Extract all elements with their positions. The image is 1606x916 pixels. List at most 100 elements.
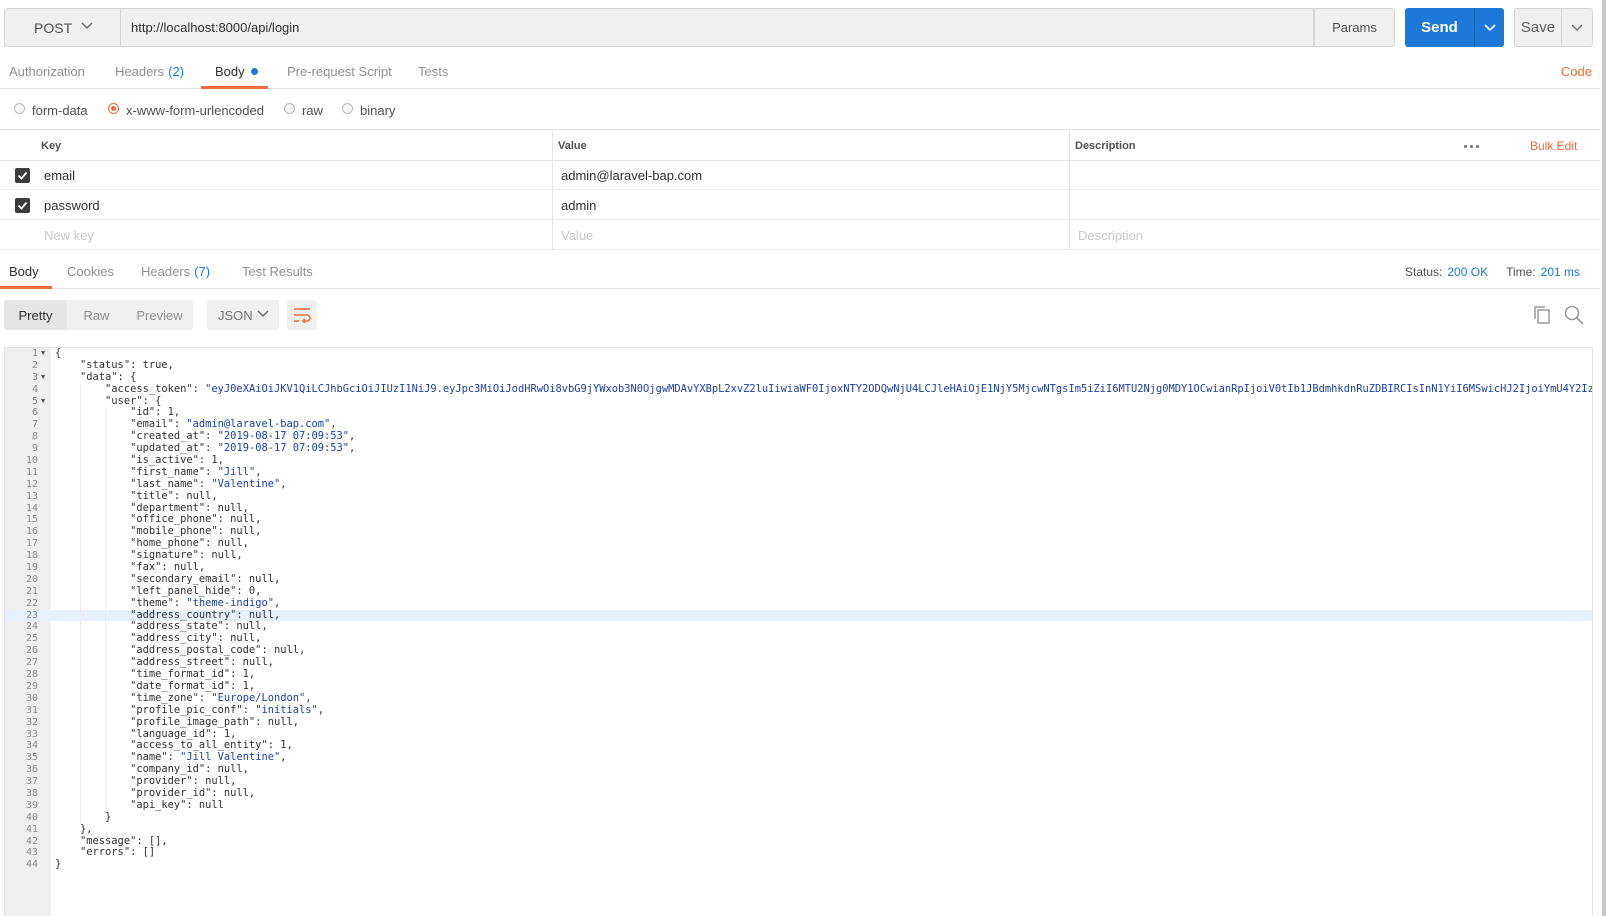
search-icon[interactable] <box>1564 305 1584 325</box>
time-value: 201 ms <box>1540 264 1580 279</box>
code-line: 38 "provider_id": null, <box>5 787 1592 800</box>
radio-raw[interactable]: raw <box>284 90 323 130</box>
wrap-lines-icon <box>294 308 311 323</box>
code-link[interactable]: Code <box>1561 54 1592 89</box>
tab-response-headers[interactable]: Headers (7) <box>139 254 212 289</box>
tab-headers[interactable]: Headers (2) <box>113 54 186 89</box>
tab-authorization[interactable]: Authorization <box>7 54 87 89</box>
url-bar: POST http://localhost:8000/api/login Par… <box>4 8 1601 47</box>
tab-pre-request-script[interactable]: Pre-request Script <box>285 54 394 89</box>
table-row: email admin@laravel-bap.com <box>0 161 1600 190</box>
code-text: } <box>55 810 112 823</box>
row-value[interactable]: admin <box>561 191 596 220</box>
line-number: 13 <box>25 490 38 502</box>
header-key: Key <box>41 140 62 152</box>
more-options-icon[interactable] <box>1464 131 1479 161</box>
format-select[interactable]: JSON <box>207 300 279 330</box>
header-value: Value <box>558 140 587 152</box>
code-line: 36 "company_id": null, <box>5 763 1592 777</box>
save-dropdown-button[interactable] <box>1562 8 1593 47</box>
radio-binary[interactable]: binary <box>342 90 395 130</box>
row-key[interactable]: email <box>44 161 75 190</box>
send-dropdown-button[interactable] <box>1474 8 1504 47</box>
line-number: 39 <box>25 799 38 811</box>
table-header: Key Value Description Bulk Edit <box>0 131 1600 161</box>
radio-x-www-form-urlencoded[interactable]: x-www-form-urlencoded <box>108 90 264 130</box>
response-body-editor[interactable]: 1 ▼{2 "status": true, 3 ▼ "data": {4 "acces… <box>4 347 1593 916</box>
code-line: 31 "profile_pic_conf": "initials", <box>5 703 1592 717</box>
code-text: "errors": [] <box>55 846 156 859</box>
chevron-down-icon <box>1483 23 1496 31</box>
code-text: "last_name": "Valentine", <box>130 477 287 490</box>
view-mode-selector: Pretty Raw Preview <box>4 300 193 330</box>
tab-label: Headers <box>115 64 165 79</box>
code-text: "theme": "theme-indigo", <box>130 596 281 609</box>
row-value[interactable]: admin@laravel-bap.com <box>561 161 702 190</box>
tab-label: Pre-request Script <box>287 64 392 79</box>
tab-body[interactable]: Body <box>213 54 260 89</box>
code-text: "profile_image_path": null, <box>55 715 299 728</box>
line-number: 4 <box>31 383 38 395</box>
url-text: http://localhost:8000/api/login <box>131 20 300 35</box>
code-line: 17 "home_phone": null, <box>5 537 1592 551</box>
line-number: 44 <box>25 859 38 871</box>
line-number: 33 <box>25 728 38 740</box>
line-number: 11 <box>25 466 38 478</box>
status-value: 200 OK <box>1447 264 1489 279</box>
line-number: 27 <box>25 657 38 669</box>
code-line: 5 ▼ "user": { <box>5 395 1592 408</box>
line-number: 42 <box>25 835 38 847</box>
headers-count: (2) <box>168 64 185 79</box>
tab-cookies[interactable]: Cookies <box>65 254 116 289</box>
send-button[interactable]: Send <box>1405 8 1474 47</box>
tab-label: Authorization <box>9 64 85 79</box>
row-checkbox[interactable] <box>15 168 30 183</box>
new-key-input[interactable]: New key <box>44 221 94 250</box>
line-number: 15 <box>25 514 38 526</box>
radio-label: x-www-form-urlencoded <box>126 102 264 118</box>
view-pretty[interactable]: Pretty <box>4 300 67 330</box>
row-key[interactable]: password <box>44 191 100 220</box>
row-checkbox[interactable] <box>15 198 30 213</box>
tab-tests[interactable]: Tests <box>416 54 450 89</box>
fold-arrow-icon[interactable]: ▼ <box>41 372 45 384</box>
bulk-edit-link[interactable]: Bulk Edit <box>1530 131 1577 161</box>
line-number: 25 <box>25 633 38 645</box>
tab-test-results[interactable]: Test Results <box>240 254 315 289</box>
response-status: Status: 200 OK Time: 201 ms <box>1405 254 1580 289</box>
tab-label: Tests <box>418 64 449 79</box>
new-description-input[interactable]: Description <box>1078 221 1143 250</box>
method-select[interactable]: POST <box>4 8 121 47</box>
save-button[interactable]: Save <box>1514 8 1562 47</box>
wrap-lines-button[interactable] <box>287 300 317 330</box>
key-value-table: Key Value Description Bulk Edit email ad… <box>0 131 1600 250</box>
postman-app: POST http://localhost:8000/api/login Par… <box>0 0 1606 916</box>
radio-circle-icon <box>284 102 295 114</box>
params-button[interactable]: Params <box>1314 8 1395 47</box>
scrollbar[interactable] <box>1602 0 1606 916</box>
line-number: 7 <box>31 419 38 431</box>
code-line: 44} <box>5 858 1592 871</box>
line-number: 43 <box>25 847 38 859</box>
code-text: "profile_pic_conf": "initials", <box>130 703 325 716</box>
view-preview[interactable]: Preview <box>126 300 193 330</box>
radio-circle-icon <box>14 102 25 114</box>
copy-icon[interactable] <box>1532 305 1552 325</box>
tab-response-body[interactable]: Body <box>7 254 41 289</box>
active-tab-indicator <box>201 86 268 89</box>
code-line: 39 "api_key": null <box>5 799 1592 812</box>
code-line: 4 "access_token": "eyJ0eXAiOiJKV1QiLCJhb… <box>5 383 1592 396</box>
radio-label: binary <box>360 102 396 118</box>
view-raw[interactable]: Raw <box>67 300 126 330</box>
format-label: JSON <box>218 307 253 323</box>
tab-label: Test Results <box>242 264 313 279</box>
code-line: 40 } <box>5 810 1592 824</box>
line-number: 21 <box>25 585 38 597</box>
fold-arrow-icon[interactable]: ▼ <box>41 348 45 360</box>
checkmark-icon <box>17 171 28 180</box>
radio-form-data[interactable]: form-data <box>14 90 88 130</box>
new-value-input[interactable]: Value <box>561 221 593 250</box>
modified-dot-icon <box>250 68 258 75</box>
url-input[interactable]: http://localhost:8000/api/login <box>121 8 1314 47</box>
fold-arrow-icon[interactable]: ▼ <box>41 396 45 408</box>
